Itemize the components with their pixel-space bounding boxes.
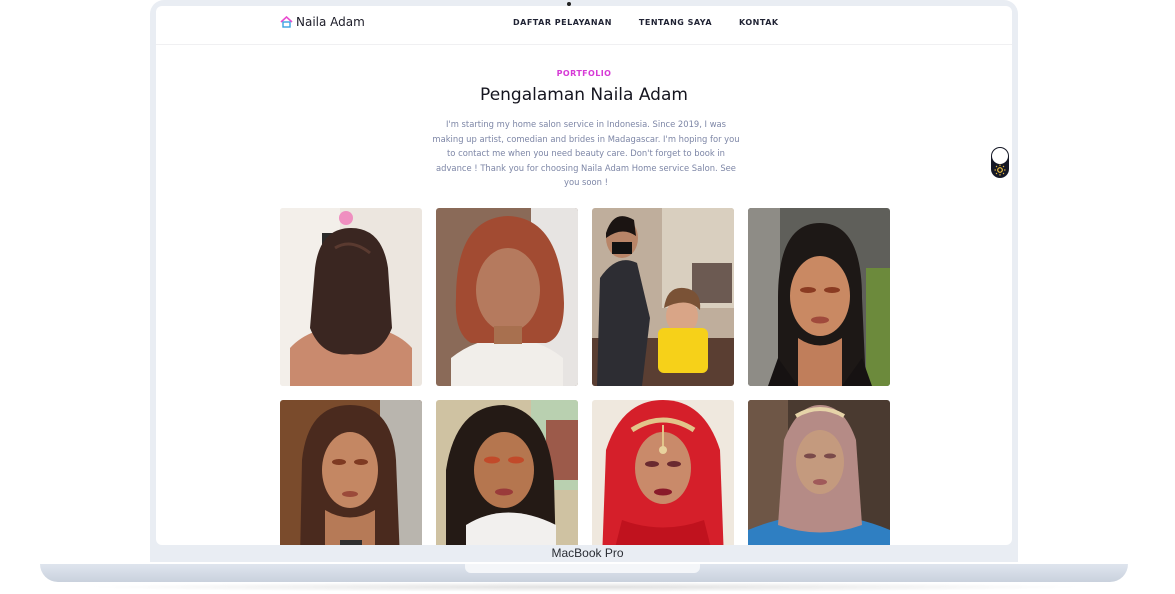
navbar: Naila Adam DAFTAR PELAYANAN TENTANG SAYA…	[156, 6, 1012, 45]
portfolio-photo[interactable]	[592, 400, 734, 545]
portfolio-photo[interactable]	[280, 208, 422, 386]
photo-curly-hair-glam	[436, 400, 578, 545]
laptop-screen: Naila Adam DAFTAR PELAYANAN TENTANG SAYA…	[156, 6, 1012, 545]
portfolio-photo[interactable]	[436, 208, 578, 386]
nav-item-kontak[interactable]: KONTAK	[739, 18, 779, 27]
nav-menu: DAFTAR PELAYANAN TENTANG SAYA KONTAK	[513, 18, 806, 27]
page-title: Pengalaman Naila Adam	[480, 85, 688, 105]
sun-icon	[994, 164, 1006, 176]
nav-item-daftar-pelayanan[interactable]: DAFTAR PELAYANAN	[513, 18, 612, 27]
brand-name: Naila Adam	[296, 15, 365, 29]
portfolio-gallery	[280, 208, 892, 545]
photo-hair-styling	[592, 208, 734, 386]
device-model-label: MacBook Pro	[551, 546, 624, 560]
toggle-knob	[992, 148, 1008, 164]
portfolio-photo[interactable]	[592, 208, 734, 386]
nav-item-tentang-saya[interactable]: TENTANG SAYA	[639, 18, 712, 27]
photo-long-hair-bronze	[280, 400, 422, 545]
laptop-base-notch	[465, 564, 700, 573]
intro-paragraph: I'm starting my home salon service in In…	[432, 119, 740, 187]
portfolio-photo[interactable]	[436, 400, 578, 545]
photo-back-hair	[280, 208, 422, 386]
photo-dark-hair-makeup	[748, 208, 890, 386]
photo-selfie-red-hair	[436, 208, 578, 386]
portfolio-photo[interactable]	[280, 400, 422, 545]
section-eyebrow: PORTFOLIO	[556, 69, 612, 78]
brand-logo-link[interactable]: Naila Adam	[280, 15, 365, 29]
house-icon	[280, 16, 293, 28]
photo-bride-red-veil	[592, 400, 734, 545]
laptop-shadow	[80, 582, 1090, 592]
theme-toggle[interactable]	[991, 147, 1009, 178]
portfolio-photo[interactable]	[748, 208, 890, 386]
portfolio-photo[interactable]	[748, 400, 890, 545]
photo-pink-hijab-tiara	[748, 400, 890, 545]
